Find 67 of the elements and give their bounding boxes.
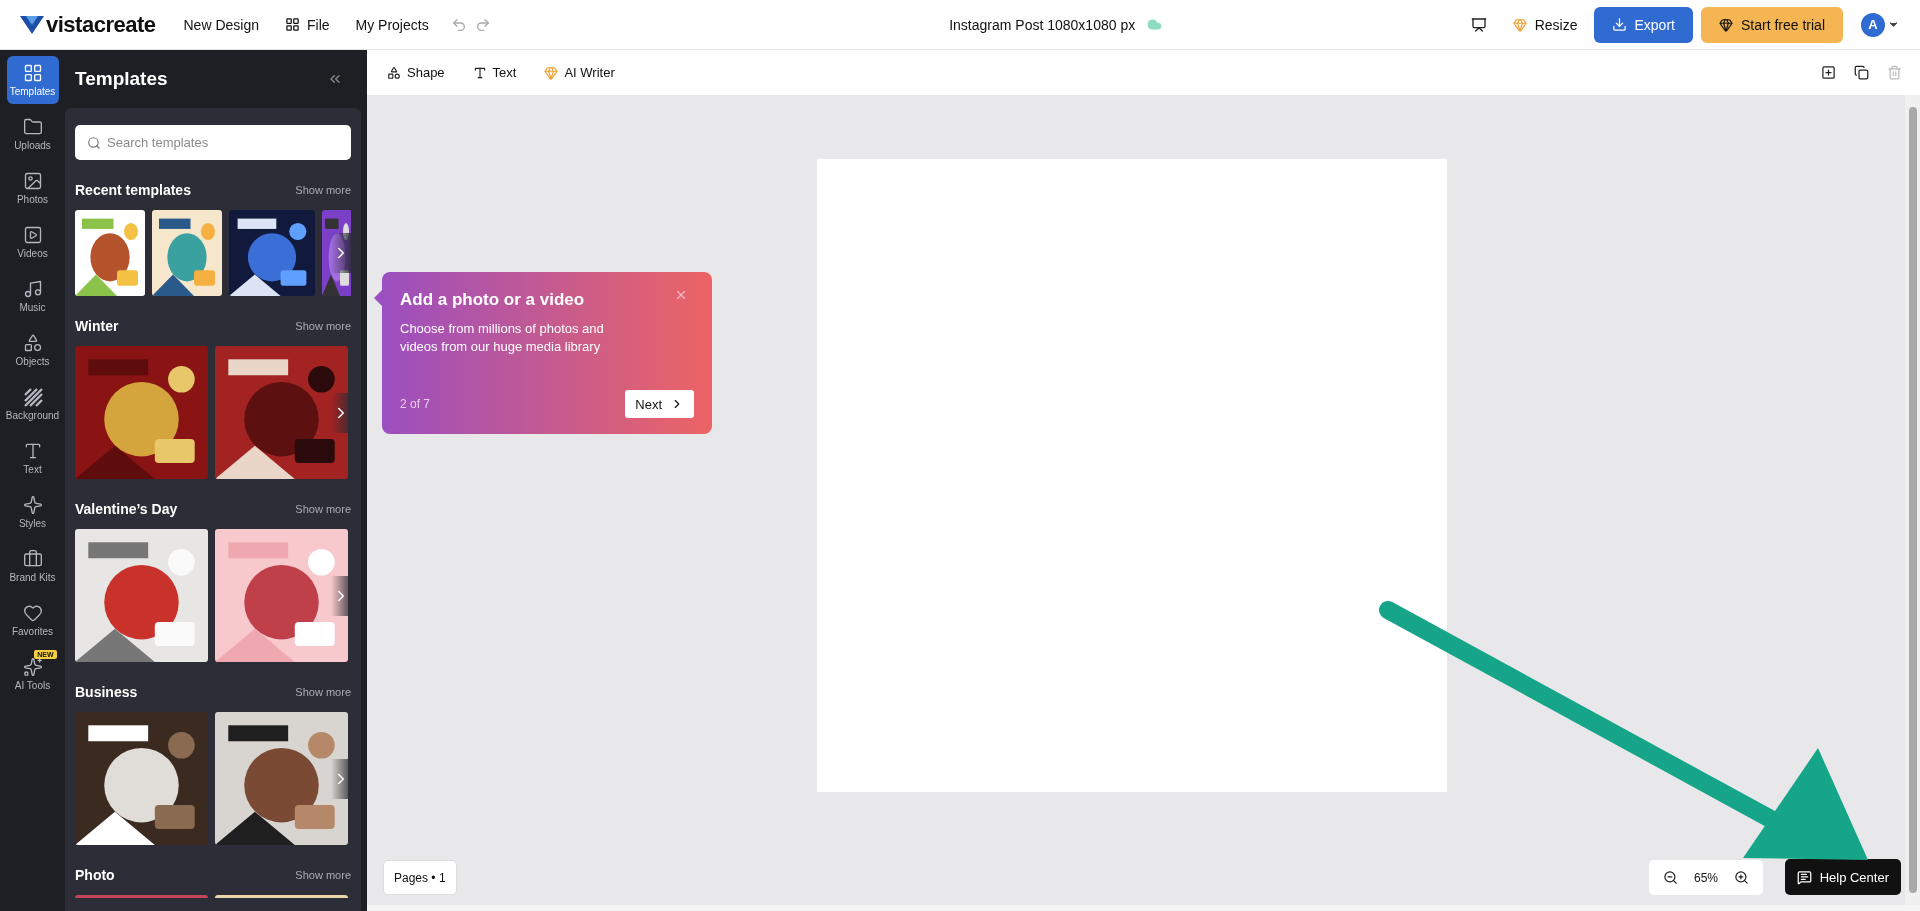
step-counter: 2 of 7: [400, 397, 431, 411]
briefcase-icon: [22, 549, 43, 569]
export-button[interactable]: Export: [1593, 6, 1693, 43]
cloud-icon: [1147, 17, 1163, 32]
toolbar-button[interactable]: AI Writer: [538, 61, 621, 84]
help-center-button[interactable]: Help Center: [1784, 859, 1901, 895]
search-field[interactable]: Search templates: [75, 125, 351, 160]
logo-text: vistacreate: [46, 11, 156, 38]
sidebar-tab[interactable]: Text: [6, 434, 59, 482]
sidebar-tab[interactable]: Favorites: [6, 596, 59, 644]
show-more-link[interactable]: Show more: [295, 503, 351, 515]
search-icon: [87, 136, 101, 150]
horizontal-scrollbar[interactable]: [367, 905, 1920, 911]
music-icon: [22, 279, 43, 299]
sidebar-tab[interactable]: Objects: [6, 326, 59, 374]
menu-button[interactable]: File: [276, 10, 338, 39]
account-menu[interactable]: A: [1861, 12, 1900, 37]
panel-title: Templates: [75, 68, 168, 90]
sidebar-tab[interactable]: Background: [6, 380, 59, 428]
show-more-link[interactable]: Show more: [295, 320, 351, 332]
section-title: Winter: [75, 318, 119, 334]
menu-button[interactable]: New Design: [175, 10, 267, 39]
scrollbar[interactable]: [1905, 95, 1920, 905]
sidebar-tab[interactable]: Music: [6, 272, 59, 320]
hatch-icon: [22, 387, 43, 407]
section-title: Recent templates: [75, 182, 191, 198]
toolbar-button[interactable]: Text: [466, 61, 523, 84]
shapes-icon: [387, 65, 401, 80]
tooltip-text: Choose from millions of photos and videos from our huge media library: [400, 320, 605, 357]
avatar: A: [1861, 12, 1885, 37]
section-title: Photo: [75, 867, 115, 883]
sparkle-icon: [22, 495, 43, 515]
sidebar-tab[interactable]: Styles: [6, 488, 59, 536]
next-button[interactable]: Next: [625, 390, 694, 418]
heart-icon: [22, 603, 43, 623]
document-title[interactable]: Instagram Post 1080x1080 px: [949, 16, 1136, 33]
resize-button[interactable]: Resize: [1504, 10, 1586, 39]
shapes-icon: [22, 333, 43, 353]
tooltip-title: Add a photo or a video: [400, 290, 585, 310]
folder-icon: [22, 117, 43, 137]
video-icon: [22, 225, 43, 245]
image-icon: [22, 171, 43, 191]
sidebar-tab[interactable]: Photos: [6, 164, 59, 212]
sparkles-icon: [22, 657, 43, 677]
gem-icon: [544, 65, 559, 80]
zoom-value[interactable]: 65%: [1693, 870, 1718, 885]
section-title: Business: [75, 684, 138, 700]
logo-icon: [20, 15, 44, 34]
show-more-link[interactable]: Show more: [295, 184, 351, 196]
chat-icon: [1796, 869, 1812, 885]
sidebar-tab[interactable]: Templates: [6, 56, 59, 104]
section-title: Valentine’s Day: [75, 501, 178, 517]
grid-icon: [284, 17, 300, 32]
text-icon: [472, 65, 487, 80]
pages-button[interactable]: Pages • 1: [383, 860, 457, 895]
grid-icon: [22, 63, 43, 83]
download-icon: [1611, 17, 1627, 32]
sidebar-tab[interactable]: Videos: [6, 218, 59, 266]
menu-button[interactable]: My Projects: [347, 10, 437, 39]
toolbar-button[interactable]: Shape: [381, 61, 451, 84]
gem-icon: [1512, 17, 1527, 32]
show-more-link[interactable]: Show more: [295, 686, 351, 698]
start-trial-button[interactable]: Start free trial: [1700, 6, 1843, 43]
sidebar-tab[interactable]: Uploads: [6, 110, 59, 158]
sidebar-tab[interactable]: Brand Kits: [6, 542, 59, 590]
gem-icon: [1718, 17, 1733, 32]
show-more-link[interactable]: Show more: [295, 869, 351, 881]
